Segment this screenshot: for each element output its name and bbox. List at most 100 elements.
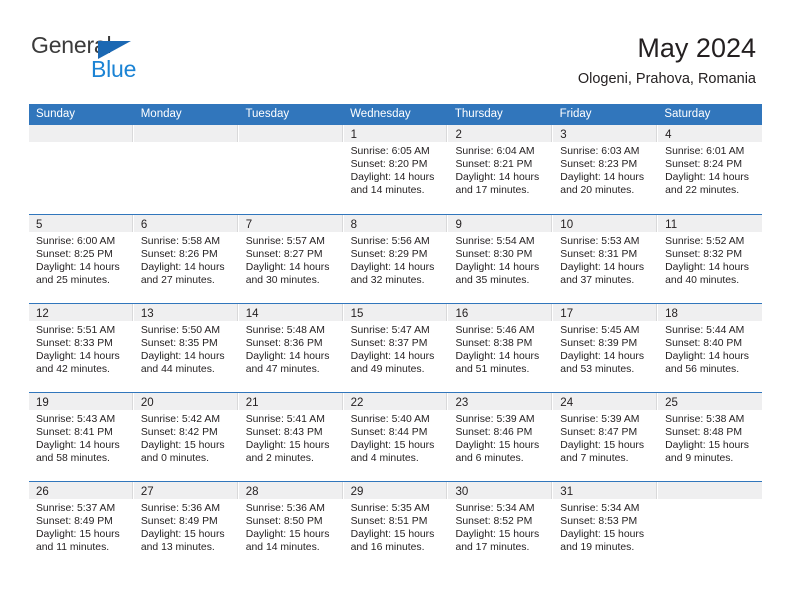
- day-number: 18: [665, 308, 678, 320]
- day-detail-line: Daylight: 14 hours: [560, 172, 645, 184]
- day-detail-line: Sunset: 8:40 PM: [665, 338, 742, 350]
- day-number: 27: [140, 486, 154, 498]
- day-detail-line: Sunset: 8:20 PM: [350, 159, 428, 171]
- calendar-grid: Sunday Monday Tuesday Wednesday Thursday Frid…: [29, 104, 763, 570]
- day-detail-line: and 58 minutes.: [36, 453, 110, 465]
- day-detail-line: Sunset: 8:51 PM: [350, 516, 428, 528]
- day-details: Sunrise: 5:34 AM Sunset: 8:53 PM Daylight:…: [553, 499, 657, 554]
- day-number: 31: [560, 486, 574, 498]
- day-number: 16: [455, 308, 469, 320]
- day-cell-28[interactable]: 28 Sunrise: 5:36 AM Sunset: 8:50 PM Dayligh…: [238, 482, 344, 570]
- day-detail-line: Sunset: 8:47 PM: [560, 427, 638, 439]
- day-number: 3: [560, 129, 567, 141]
- day-details: Sunrise: 5:54 AM Sunset: 8:30 PM Daylight:…: [448, 232, 552, 287]
- day-cell-31[interactable]: 31 Sunrise: 5:34 AM Sunset: 8:53 PM Dayligh…: [553, 482, 659, 570]
- day-cell-14[interactable]: 14 Sunrise: 5:48 AM Sunset: 8:36 PM Dayligh…: [238, 304, 344, 392]
- day-number-band: 8: [343, 215, 448, 232]
- day-detail-line: Daylight: 14 hours: [455, 172, 540, 184]
- day-cell-30[interactable]: 30 Sunrise: 5:34 AM Sunset: 8:52 PM Dayligh…: [448, 482, 554, 570]
- day-detail-line: Daylight: 14 hours: [36, 351, 120, 363]
- day-cell-13[interactable]: 13 Sunrise: 5:50 AM Sunset: 8:35 PM Dayligh…: [133, 304, 239, 392]
- day-number: 19: [36, 397, 49, 409]
- day-details: Sunrise: 5:47 AM Sunset: 8:37 PM Daylight:…: [344, 321, 448, 376]
- day-cell-20[interactable]: 20 Sunrise: 5:42 AM Sunset: 8:42 PM Dayligh…: [133, 393, 239, 481]
- day-detail-line: Daylight: 15 hours: [140, 529, 225, 541]
- day-cell-2[interactable]: 2 Sunrise: 6:04 AM Sunset: 8:21 PM Daylight…: [448, 125, 554, 214]
- day-cell-26[interactable]: 26 Sunrise: 5:37 AM Sunset: 8:49 PM Dayligh…: [29, 482, 134, 570]
- day-details: Sunrise: 5:40 AM Sunset: 8:44 PM Daylight:…: [344, 410, 448, 465]
- day-details: Sunrise: 5:50 AM Sunset: 8:35 PM Daylight:…: [134, 321, 238, 376]
- day-detail-line: Sunrise: 5:57 AM: [245, 236, 325, 247]
- day-cell-25[interactable]: 25 Sunrise: 5:38 AM Sunset: 8:48 PM Dayligh…: [658, 393, 763, 481]
- day-cell-11[interactable]: 11 Sunrise: 5:52 AM Sunset: 8:32 PM Dayligh…: [658, 215, 763, 303]
- day-detail-line: and 30 minutes.: [245, 275, 320, 287]
- day-detail-line: Daylight: 14 hours: [455, 262, 540, 274]
- day-detail-line: Sunrise: 5:50 AM: [140, 325, 220, 336]
- day-detail-line: Sunrise: 5:35 AM: [350, 503, 430, 514]
- day-number-band: 5: [29, 215, 133, 232]
- day-detail-line: Daylight: 15 hours: [350, 529, 435, 541]
- location-subtitle: Ologeni, Prahova, Romania: [577, 71, 756, 87]
- day-cell-12[interactable]: 12 Sunrise: 5:51 AM Sunset: 8:33 PM Dayligh…: [29, 304, 134, 392]
- weekday-header-saturday: Saturday: [664, 108, 711, 120]
- day-details: Sunrise: 5:39 AM Sunset: 8:46 PM Daylight:…: [448, 410, 552, 465]
- day-cell-21[interactable]: 21 Sunrise: 5:41 AM Sunset: 8:43 PM Dayligh…: [238, 393, 344, 481]
- day-details: Sunrise: 5:56 AM Sunset: 8:29 PM Daylight:…: [344, 232, 448, 287]
- day-cell-29[interactable]: 29 Sunrise: 5:35 AM Sunset: 8:51 PM Dayligh…: [343, 482, 449, 570]
- calendar-week-row: 12 Sunrise: 5:51 AM Sunset: 8:33 PM Dayligh…: [29, 303, 763, 392]
- day-cell-23[interactable]: 23 Sunrise: 5:39 AM Sunset: 8:46 PM Dayligh…: [448, 393, 554, 481]
- day-details: [658, 499, 762, 502]
- day-cell-4[interactable]: 4 Sunrise: 6:01 AM Sunset: 8:24 PM Daylight…: [658, 125, 763, 214]
- day-detail-line: Sunset: 8:29 PM: [350, 249, 428, 261]
- day-detail-line: and 51 minutes.: [455, 364, 530, 376]
- day-number: 13: [140, 308, 154, 320]
- day-cell-15[interactable]: 15 Sunrise: 5:47 AM Sunset: 8:37 PM Dayligh…: [343, 304, 449, 392]
- day-cell-10[interactable]: 10 Sunrise: 5:53 AM Sunset: 8:31 PM Dayligh…: [553, 215, 659, 303]
- day-cell-1[interactable]: 1 Sunrise: 6:05 AM Sunset: 8:20 PM Daylight…: [343, 125, 449, 214]
- day-detail-line: Sunrise: 5:36 AM: [245, 503, 325, 514]
- day-detail-line: Sunrise: 5:36 AM: [140, 503, 220, 514]
- day-details: Sunrise: 6:03 AM Sunset: 8:23 PM Daylight:…: [553, 142, 657, 197]
- day-detail-line: Sunset: 8:43 PM: [245, 427, 323, 439]
- general-blue-logo[interactable]: General Blue: [31, 33, 211, 83]
- day-detail-line: Daylight: 14 hours: [455, 351, 540, 363]
- day-number: 15: [350, 308, 364, 320]
- day-cell-3[interactable]: 3 Sunrise: 6:03 AM Sunset: 8:23 PM Daylight…: [553, 125, 659, 214]
- day-details: [29, 142, 133, 145]
- day-details: Sunrise: 5:51 AM Sunset: 8:33 PM Daylight:…: [29, 321, 133, 376]
- day-details: Sunrise: 5:44 AM Sunset: 8:40 PM Daylight:…: [658, 321, 762, 376]
- day-cell-16[interactable]: 16 Sunrise: 5:46 AM Sunset: 8:38 PM Dayligh…: [448, 304, 554, 392]
- day-detail-line: Sunset: 8:48 PM: [665, 427, 742, 439]
- day-detail-line: Sunrise: 5:56 AM: [350, 236, 430, 247]
- day-detail-line: Daylight: 14 hours: [665, 262, 749, 274]
- day-detail-line: and 11 minutes.: [36, 542, 110, 554]
- day-number: 23: [455, 397, 469, 409]
- day-detail-line: Sunset: 8:24 PM: [665, 159, 742, 171]
- day-cell-19[interactable]: 19 Sunrise: 5:43 AM Sunset: 8:41 PM Dayligh…: [29, 393, 134, 481]
- day-number: 2: [455, 129, 462, 141]
- weekday-header-monday: Monday: [140, 108, 182, 120]
- day-details: Sunrise: 5:36 AM Sunset: 8:49 PM Daylight:…: [134, 499, 238, 554]
- day-detail-line: and 25 minutes.: [36, 275, 110, 287]
- calendar-weeks: 1 Sunrise: 6:05 AM Sunset: 8:20 PM Daylight…: [29, 125, 763, 570]
- day-cell-7[interactable]: 7 Sunrise: 5:57 AM Sunset: 8:27 PM Daylight…: [238, 215, 344, 303]
- day-cell-22[interactable]: 22 Sunrise: 5:40 AM Sunset: 8:44 PM Dayligh…: [343, 393, 449, 481]
- day-detail-line: Sunset: 8:32 PM: [665, 249, 742, 261]
- day-detail-line: Daylight: 15 hours: [245, 440, 330, 452]
- day-cell-9[interactable]: 9 Sunrise: 5:54 AM Sunset: 8:30 PM Daylight…: [448, 215, 554, 303]
- day-cell-6[interactable]: 6 Sunrise: 5:58 AM Sunset: 8:26 PM Daylight…: [133, 215, 239, 303]
- day-number-band: [238, 125, 343, 142]
- day-cell-18[interactable]: 18 Sunrise: 5:44 AM Sunset: 8:40 PM Dayligh…: [658, 304, 763, 392]
- day-number-band: 21: [238, 393, 343, 410]
- day-number: 4: [665, 129, 672, 141]
- day-cell-24[interactable]: 24 Sunrise: 5:39 AM Sunset: 8:47 PM Dayligh…: [553, 393, 659, 481]
- day-cell-8[interactable]: 8 Sunrise: 5:56 AM Sunset: 8:29 PM Daylight…: [343, 215, 449, 303]
- day-details: Sunrise: 6:01 AM Sunset: 8:24 PM Daylight:…: [658, 142, 762, 197]
- day-cell-5[interactable]: 5 Sunrise: 6:00 AM Sunset: 8:25 PM Daylight…: [29, 215, 134, 303]
- day-detail-line: and 17 minutes.: [455, 542, 530, 554]
- day-cell-17[interactable]: 17 Sunrise: 5:45 AM Sunset: 8:39 PM Dayligh…: [553, 304, 659, 392]
- day-number: 1: [350, 129, 357, 141]
- day-cell-27[interactable]: 27 Sunrise: 5:36 AM Sunset: 8:49 PM Dayligh…: [133, 482, 239, 570]
- day-detail-line: Sunrise: 6:05 AM: [350, 146, 430, 157]
- day-details: Sunrise: 6:00 AM Sunset: 8:25 PM Daylight:…: [29, 232, 133, 287]
